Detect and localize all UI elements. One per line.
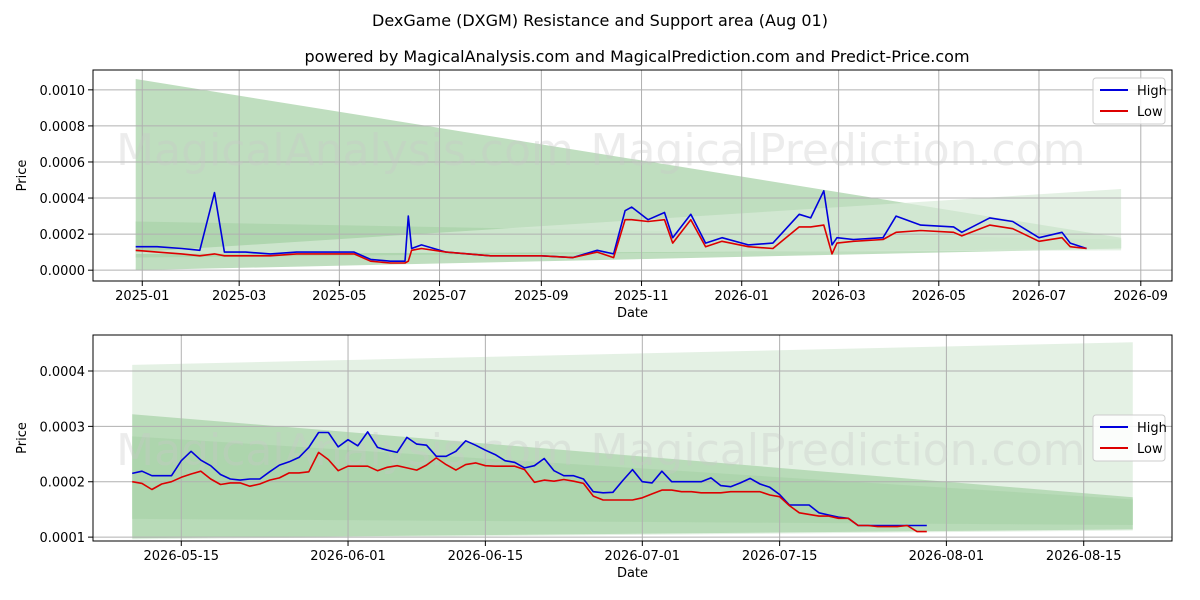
x-tick-label: 2026-07-15 <box>742 549 818 564</box>
x-tick-label: 2026-09 <box>1114 289 1168 304</box>
x-tick-label: 2026-08-15 <box>1046 549 1122 564</box>
plot-area: MagicalAnalysis.com MagicalPrediction.com <box>93 335 1172 541</box>
plot-area: MagicalAnalysis.com MagicalPrediction.com <box>93 70 1172 281</box>
x-tick-label: 2026-07 <box>1012 289 1066 304</box>
x-tick-label: 2025-01 <box>115 289 169 304</box>
watermark-analysis: MagicalAnalysis.com <box>116 125 574 176</box>
x-tick-label: 2026-01 <box>715 289 769 304</box>
legend-label-high: High <box>1137 84 1167 99</box>
watermark-prediction: MagicalPrediction.com <box>591 125 1086 176</box>
x-tick-label: 2026-07-01 <box>605 549 681 564</box>
legend-label-low: Low <box>1137 105 1163 120</box>
resistance-support-figure: DexGame (DXGM) Resistance and Support ar… <box>15 11 1173 581</box>
chart-subtitle: powered by MagicalAnalysis.com and Magic… <box>304 47 969 66</box>
y-tick-label: 0.0010 <box>40 84 86 99</box>
y-tick-label: 0.0002 <box>40 476 86 491</box>
top-panel: MagicalAnalysis.com MagicalPrediction.com… <box>15 69 1173 321</box>
x-tick-label: 2026-06-15 <box>448 549 524 564</box>
x-axis-label: Date <box>617 306 648 321</box>
legend: High Low <box>1092 77 1167 125</box>
y-tick-label: 0.0004 <box>40 192 86 207</box>
y-tick-label: 0.0001 <box>40 531 86 546</box>
x-tick-label: 2025-07 <box>412 289 466 304</box>
legend: High Low <box>1092 414 1167 462</box>
chart-title: DexGame (DXGM) Resistance and Support ar… <box>372 11 828 30</box>
x-axis-label: Date <box>617 566 648 581</box>
y-tick-label: 0.0002 <box>40 228 86 243</box>
legend-label-high: High <box>1137 421 1167 436</box>
x-tick-label: 2025-03 <box>212 289 266 304</box>
y-axis-label: Price <box>15 422 30 454</box>
x-tick-label: 2026-08-01 <box>909 549 985 564</box>
watermark-prediction: MagicalPrediction.com <box>591 425 1086 476</box>
y-tick-label: 0.0004 <box>40 365 86 380</box>
x-tick-label: 2026-05 <box>912 289 966 304</box>
legend-label-low: Low <box>1137 442 1163 457</box>
y-axis-label: Price <box>15 160 30 192</box>
y-tick-label: 0.0000 <box>40 264 86 279</box>
y-tick-label: 0.0008 <box>40 120 86 135</box>
bottom-panel: MagicalAnalysis.com MagicalPrediction.com… <box>15 334 1173 581</box>
x-tick-label: 2025-11 <box>614 289 668 304</box>
x-tick-label: 2026-06-01 <box>310 549 386 564</box>
y-tick-label: 0.0006 <box>40 156 86 171</box>
x-tick-label: 2026-05-15 <box>144 549 220 564</box>
x-tick-label: 2025-09 <box>514 289 568 304</box>
x-tick-label: 2026-03 <box>811 289 865 304</box>
x-tick-label: 2025-05 <box>312 289 366 304</box>
y-tick-label: 0.0003 <box>40 420 86 435</box>
